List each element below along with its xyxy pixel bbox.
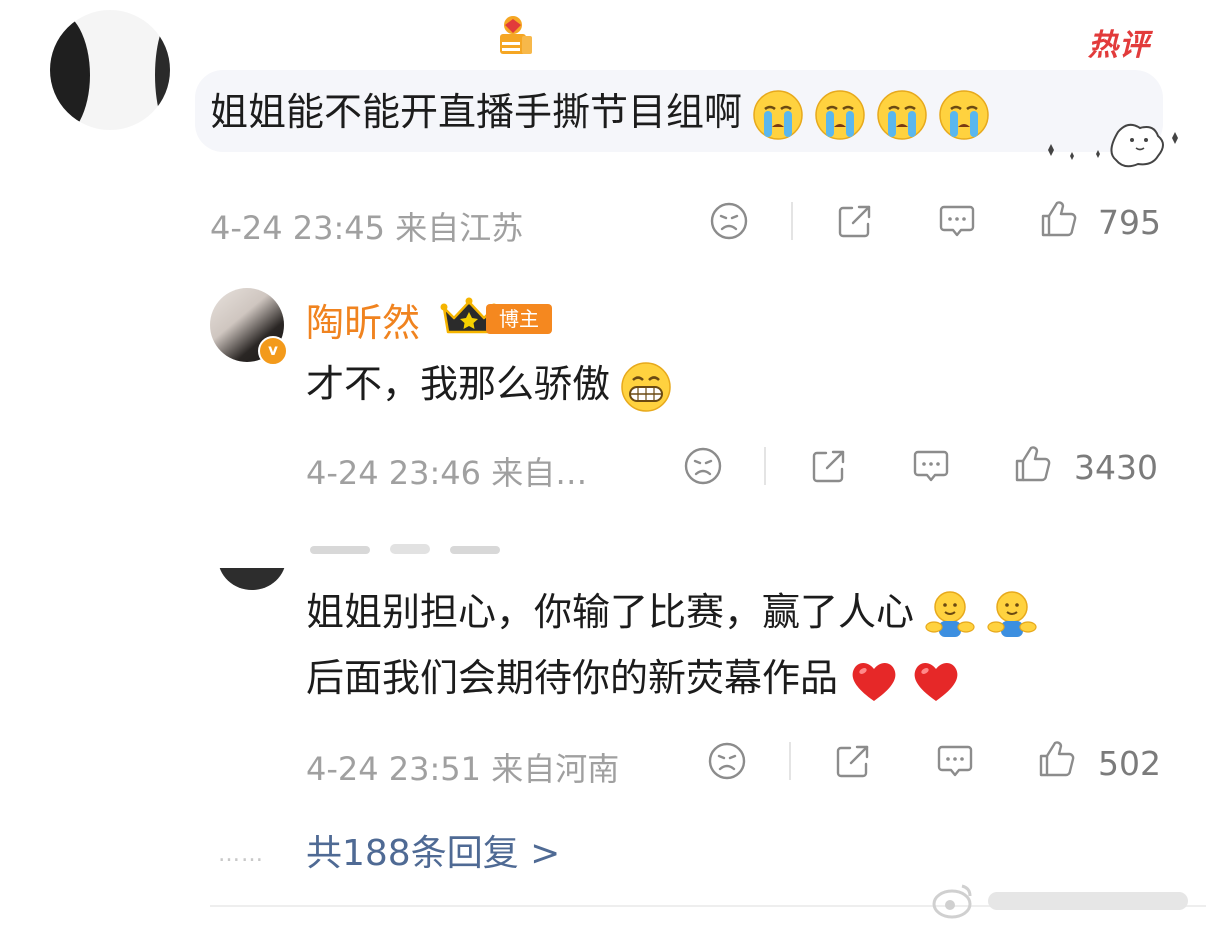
like-icon[interactable] xyxy=(1036,738,1078,780)
reply-location: 来自… xyxy=(491,454,588,492)
comment-text: 姐姐能不能开直播手撕节目组啊 xyxy=(210,90,743,134)
comment-time: 4-24 23:45 xyxy=(210,209,386,247)
reply-text: 姐姐别担心，你输了比赛，赢了人心 xyxy=(306,590,915,634)
dislike-icon[interactable] xyxy=(706,740,748,782)
reply-username[interactable]: 陶昕然 xyxy=(306,292,420,347)
reply-meta: 4-24 23:46 来自… xyxy=(306,448,587,494)
crying-emoji-icon xyxy=(876,89,928,141)
comment-icon[interactable] xyxy=(936,200,978,242)
reply-body: 姐姐别担心，你输了比赛，赢了人心 xyxy=(306,586,1038,641)
share-icon[interactable] xyxy=(832,740,874,782)
like-icon[interactable] xyxy=(1038,198,1080,240)
comment-body: 姐姐能不能开直播手撕节目组啊 xyxy=(210,86,990,141)
reply-text: 后面我们会期待你的新荧幕作品 xyxy=(306,656,839,700)
like-count: 795 xyxy=(1098,203,1161,242)
comment-icon[interactable] xyxy=(910,445,952,487)
sticker-decoration-icon xyxy=(1048,123,1178,168)
hot-comment-tag: 热评 xyxy=(1088,28,1150,63)
divider xyxy=(791,202,793,240)
reply-time: 4-24 23:51 xyxy=(306,750,482,788)
dislike-icon[interactable] xyxy=(682,445,724,487)
crying-emoji-icon xyxy=(814,89,866,141)
dislike-icon[interactable] xyxy=(708,200,750,242)
divider xyxy=(789,742,791,780)
reply-body: 才不，我那么骄傲 xyxy=(306,358,672,413)
crying-emoji-icon xyxy=(938,89,990,141)
verified-badge: v xyxy=(258,336,288,366)
like-icon[interactable] xyxy=(1012,443,1054,485)
reply-text: 才不，我那么骄傲 xyxy=(306,362,611,406)
comment-icon[interactable] xyxy=(934,740,976,782)
hug-emoji-icon xyxy=(924,589,976,641)
heart-emoji-icon xyxy=(848,655,900,707)
replier-avatar[interactable] xyxy=(218,526,286,590)
view-all-replies-link[interactable]: 共188条回复 > xyxy=(306,824,560,876)
divider xyxy=(764,447,766,485)
grin-emoji-icon xyxy=(620,361,672,413)
crying-emoji-icon xyxy=(752,89,804,141)
reply-meta: 4-24 23:51 来自河南 xyxy=(306,744,619,790)
blogger-tag: 博主 xyxy=(486,304,552,334)
more-dots: …… xyxy=(218,842,264,867)
heart-emoji-icon xyxy=(910,655,962,707)
hug-emoji-icon xyxy=(986,589,1038,641)
comment-location: 来自江苏 xyxy=(395,209,524,247)
comment-meta: 4-24 23:45 来自江苏 xyxy=(210,203,523,249)
obscured-username xyxy=(310,544,500,554)
like-count: 502 xyxy=(1098,744,1161,783)
reply-body: 后面我们会期待你的新荧幕作品 xyxy=(306,652,962,707)
fan-medal-icon xyxy=(500,16,532,54)
share-icon[interactable] xyxy=(808,445,850,487)
reply-time: 4-24 23:46 xyxy=(306,454,482,492)
commenter-avatar[interactable] xyxy=(50,10,170,130)
share-icon[interactable] xyxy=(834,200,876,242)
reply-location: 来自河南 xyxy=(491,750,620,788)
weibo-watermark-icon xyxy=(932,884,1188,919)
like-count: 3430 xyxy=(1074,448,1158,487)
